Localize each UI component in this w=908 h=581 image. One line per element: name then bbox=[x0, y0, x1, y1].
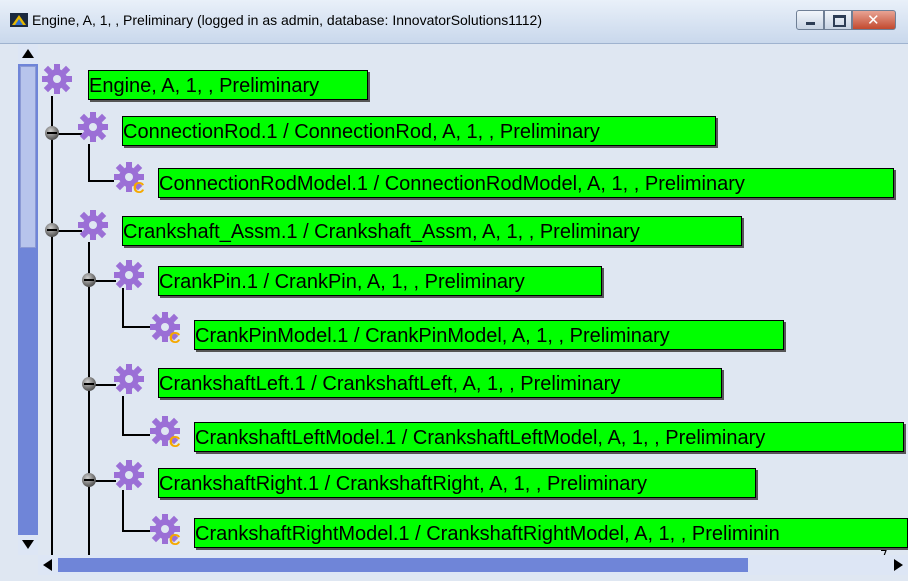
arrow-up-icon bbox=[22, 49, 34, 58]
tree-node-engine[interactable]: Engine, A, 1, , Preliminary bbox=[88, 70, 368, 100]
model-gear-icon: C bbox=[150, 514, 181, 546]
tree-connector bbox=[122, 490, 124, 530]
collapse-icon[interactable] bbox=[45, 126, 59, 140]
tree-node-connectionrod[interactable]: ConnectionRod.1 / ConnectionRod, A, 1, ,… bbox=[122, 116, 716, 146]
tree-node-crankshaftleft[interactable]: CrankshaftLeft.1 / CrankshaftLeft, A, 1,… bbox=[158, 368, 722, 398]
tree-connector bbox=[122, 434, 150, 436]
window-controls bbox=[796, 10, 896, 32]
maximize-button[interactable] bbox=[824, 10, 852, 30]
svg-text:C: C bbox=[169, 434, 181, 448]
tree-connector bbox=[51, 96, 53, 555]
app-icon bbox=[10, 13, 28, 27]
tree-connector bbox=[88, 242, 90, 555]
collapse-icon[interactable] bbox=[82, 377, 96, 391]
svg-text:C: C bbox=[169, 330, 181, 344]
model-gear-icon: C bbox=[150, 312, 181, 344]
tree-connector bbox=[122, 396, 124, 434]
horizontal-scroll-thumb[interactable] bbox=[58, 558, 748, 572]
tree-connector bbox=[122, 326, 150, 328]
tree-connector bbox=[122, 530, 150, 532]
stray-mark: 7 bbox=[880, 548, 888, 555]
scroll-down-button[interactable] bbox=[18, 535, 38, 555]
tree-node-crankshaftleftmodel[interactable]: CrankshaftLeftModel.1 / CrankshaftLeftMo… bbox=[194, 422, 904, 452]
gear-icon bbox=[114, 260, 144, 290]
scroll-up-button[interactable] bbox=[18, 44, 38, 64]
tree-node-crankpin[interactable]: CrankPin.1 / CrankPin, A, 1, , Prelimina… bbox=[158, 266, 602, 296]
model-gear-icon: C bbox=[114, 162, 145, 194]
gear-icon bbox=[114, 364, 144, 394]
tree-node-connectionrodmodel[interactable]: ConnectionRodModel.1 / ConnectionRodMode… bbox=[158, 168, 894, 198]
collapse-icon[interactable] bbox=[45, 223, 59, 237]
model-gear-icon: C bbox=[150, 416, 181, 448]
arrow-left-icon bbox=[43, 559, 52, 571]
title-bar[interactable]: Engine, A, 1, , Preliminary (logged in a… bbox=[0, 0, 908, 44]
vertical-scrollbar[interactable] bbox=[18, 44, 38, 555]
scroll-right-button[interactable] bbox=[888, 555, 908, 575]
arrow-right-icon bbox=[894, 559, 903, 571]
tree-connector bbox=[88, 144, 90, 180]
minimize-button[interactable] bbox=[796, 10, 824, 30]
tree-connector bbox=[122, 288, 124, 326]
tree-node-crankshaft-assm[interactable]: Crankshaft_Assm.1 / Crankshaft_Assm, A, … bbox=[122, 216, 742, 246]
horizontal-scrollbar[interactable] bbox=[38, 555, 908, 575]
gear-icon bbox=[42, 64, 72, 94]
scroll-left-button[interactable] bbox=[38, 555, 58, 575]
gear-icon bbox=[78, 210, 108, 240]
svg-text:C: C bbox=[169, 532, 181, 546]
arrow-down-icon bbox=[22, 540, 34, 549]
tree-node-crankpinmodel[interactable]: CrankPinModel.1 / CrankPinModel, A, 1, ,… bbox=[194, 320, 784, 350]
tree-connector bbox=[88, 180, 114, 182]
tree-node-crankshaftrightmodel[interactable]: CrankshaftRightModel.1 / CrankshaftRight… bbox=[194, 518, 908, 548]
catia-window: Engine, A, 1, , Preliminary (logged in a… bbox=[0, 0, 908, 581]
collapse-icon[interactable] bbox=[82, 473, 96, 487]
window-title: Engine, A, 1, , Preliminary (logged in a… bbox=[32, 12, 543, 28]
svg-text:C: C bbox=[133, 180, 145, 194]
gear-icon bbox=[78, 112, 108, 142]
vertical-scroll-thumb[interactable] bbox=[20, 66, 36, 248]
collapse-icon[interactable] bbox=[82, 273, 96, 287]
spec-tree: Engine, A, 1, , Preliminary ConnectionRo… bbox=[18, 44, 908, 555]
close-button[interactable] bbox=[852, 10, 896, 30]
gear-icon bbox=[114, 460, 144, 490]
tree-node-crankshaftright[interactable]: CrankshaftRight.1 / CrankshaftRight, A, … bbox=[158, 468, 756, 498]
